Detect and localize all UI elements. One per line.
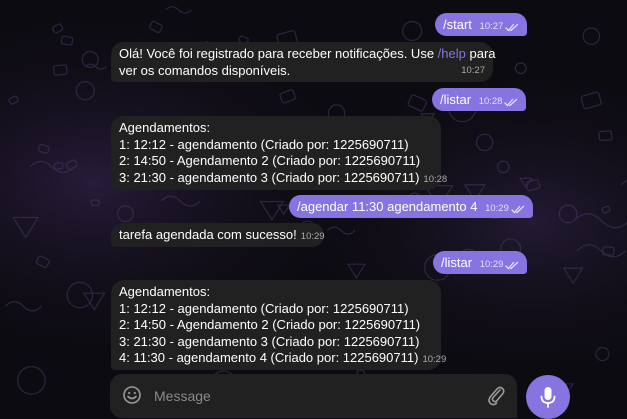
microphone-button[interactable]: [526, 375, 570, 419]
message-outgoing[interactable]: /listar 10:28: [432, 88, 527, 111]
message-line: 2: 14:50 - Agendamento 2 (Criado por: 12…: [119, 317, 421, 332]
message-time: 10:28: [478, 96, 503, 107]
message-line: 1: 12:12 - agendamento (Criado por: 1225…: [119, 300, 409, 316]
microphone-icon: [540, 387, 556, 408]
message-time: 10:29: [485, 203, 509, 214]
message-line: 3: 21:30 - agendamento 3 (Criado por: 12…: [119, 169, 447, 189]
message-time: 10:27: [461, 64, 485, 76]
message-line: Olá! Você foi registrado para receber no…: [119, 46, 496, 63]
message-line: 4: 11:30 - agendamento 4 (Criado por: 12…: [119, 350, 446, 369]
message-text: tarefa agendada com sucesso!: [119, 227, 297, 242]
message-meta: 10:29: [480, 257, 520, 274]
paperclip-icon[interactable]: [486, 384, 506, 406]
message-text: /listar: [440, 92, 472, 107]
message-text: /start: [443, 17, 472, 32]
message-time: 10:27: [479, 21, 504, 32]
message-incoming[interactable]: Agendamentos: 1: 12:12 - agendamento (Cr…: [111, 280, 446, 370]
message-line: 1: 12:12 - agendamento (Criado por: 1225…: [119, 136, 409, 152]
message-line: 2: 14:50 - Agendamento 2 (Criado por: 12…: [119, 153, 421, 168]
message-list[interactable]: /start 10:27 Olá! Você foi registrado pa…: [0, 0, 627, 375]
message-time: 10:29: [479, 259, 504, 270]
message-line: Agendamentos:: [119, 120, 211, 135]
message-outgoing[interactable]: /start 10:27: [435, 13, 528, 36]
message-time: 10:29: [422, 354, 447, 365]
message-incoming[interactable]: Olá! Você foi registrado para receber no…: [111, 42, 496, 82]
message-line: 3: 21:30 - agendamento 3 (Criado por: 12…: [119, 333, 420, 349]
double-check-icon: [511, 205, 525, 214]
message-meta: 10:29: [485, 201, 525, 218]
double-check-icon: [504, 98, 518, 107]
message-outgoing[interactable]: /agendar 11:30 agendamento 4 10:29: [289, 195, 533, 218]
message-outgoing[interactable]: /listar 10:29: [433, 251, 528, 274]
message-meta: 10:27: [480, 19, 520, 36]
message-incoming[interactable]: tarefa agendada com sucesso! 10:29: [111, 223, 325, 247]
message-incoming[interactable]: Agendamentos: 1: 12:12 - agendamento (Cr…: [111, 116, 447, 190]
message-meta: 10:28: [479, 94, 519, 111]
message-time: 10:29: [300, 231, 325, 242]
message-time: 10:28: [423, 173, 448, 185]
message-input[interactable]: [152, 384, 456, 408]
message-text: 3: 21:30 - agendamento 3 (Criado por: 12…: [119, 169, 420, 185]
double-check-icon: [505, 23, 519, 32]
message-text: para: [465, 46, 496, 61]
message-text: /agendar 11:30 agendamento 4: [297, 199, 478, 214]
message-text: 4: 11:30 - agendamento 4 (Criado por: 12…: [119, 350, 419, 365]
message-composer: [110, 374, 517, 418]
message-text: /listar: [441, 255, 473, 270]
message-line: Agendamentos:: [119, 284, 211, 299]
help-command-link[interactable]: /help: [438, 46, 466, 61]
message-text: Olá! Você foi registrado para receber no…: [119, 46, 438, 61]
message-line: ver os comandos disponíveis.: [119, 62, 291, 78]
double-check-icon: [505, 261, 519, 270]
smile-icon[interactable]: [122, 385, 142, 405]
